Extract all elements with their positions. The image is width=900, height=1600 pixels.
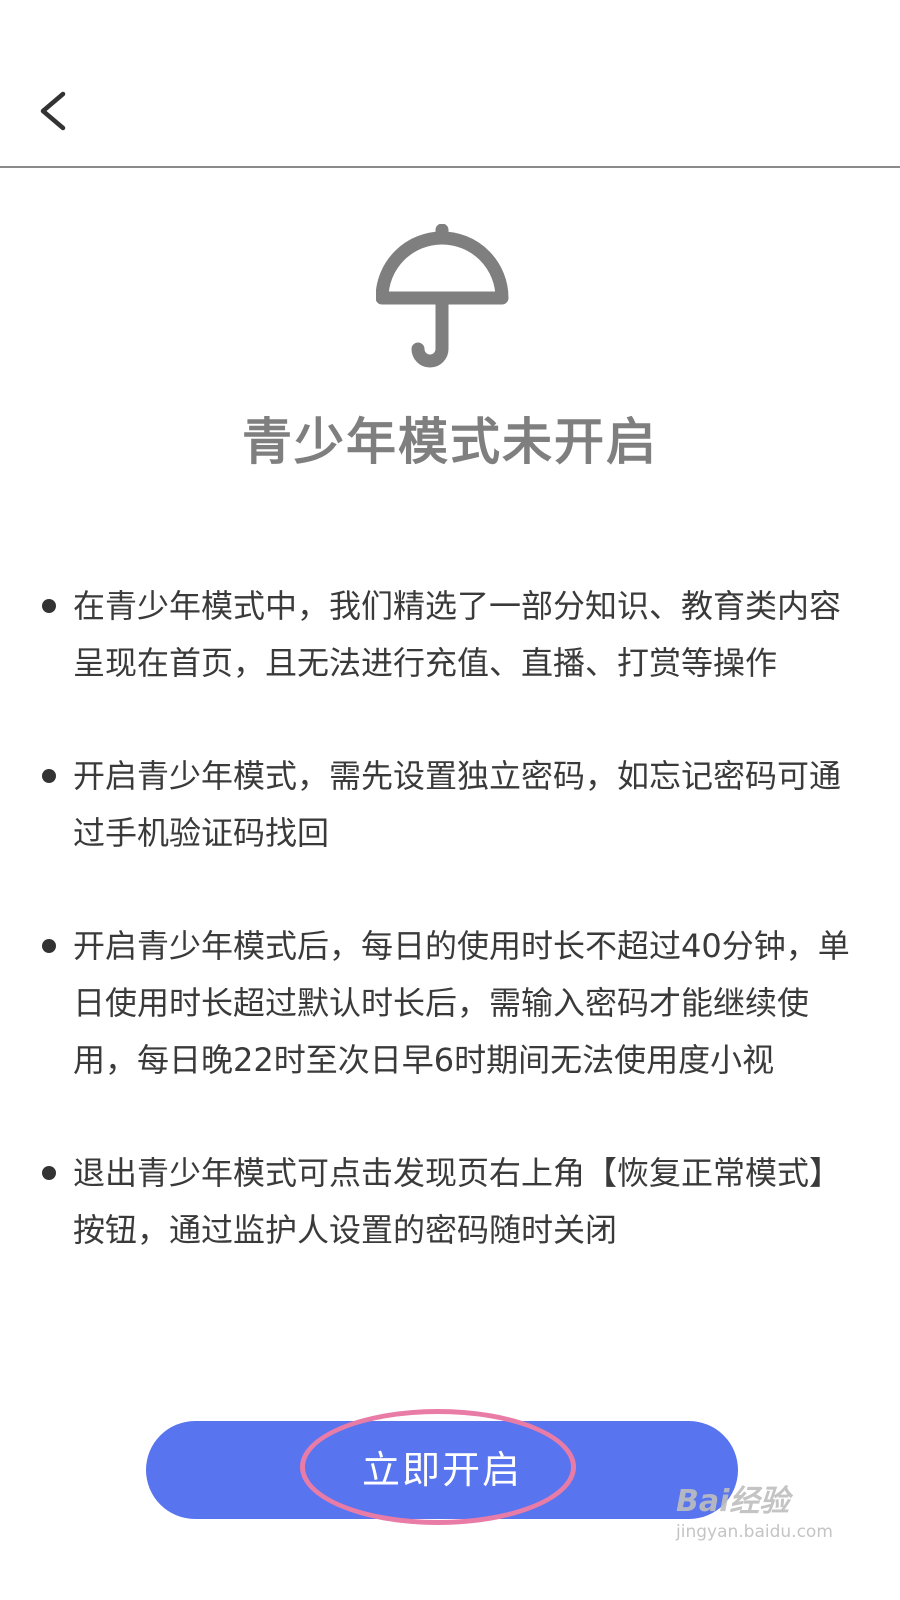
- watermark-url: jingyan.baidu.com: [676, 1522, 833, 1542]
- rule-item: 开启青少年模式，需先设置独立密码，如忘记密码可通过手机验证码找回: [40, 748, 860, 862]
- youth-mode-page: 青少年模式未开启 在青少年模式中，我们精选了一部分知识、教育类内容呈现在首页，且…: [0, 0, 900, 1600]
- baidu-jingyan-watermark: Bai经验 jingyan.baidu.com: [676, 1476, 886, 1556]
- rule-item: 退出青少年模式可点击发现页右上角【恢复正常模式】按钮，通过监护人设置的密码随时关…: [40, 1145, 860, 1259]
- rule-text: 开启青少年模式，需先设置独立密码，如忘记密码可通过手机验证码找回: [73, 757, 842, 852]
- rule-item: 开启青少年模式后，每日的使用时长不超过40分钟，单日使用时长超过默认时长后，需输…: [40, 918, 860, 1089]
- rules-list: 在青少年模式中，我们精选了一部分知识、教育类内容呈现在首页，且无法进行充值、直播…: [40, 578, 860, 1315]
- enable-youth-mode-button[interactable]: 立即开启: [146, 1421, 738, 1519]
- rule-text: 退出青少年模式可点击发现页右上角【恢复正常模式】按钮，通过监护人设置的密码随时关…: [73, 1154, 842, 1249]
- bullet-dot: [42, 1166, 56, 1180]
- top-bar: [0, 0, 900, 168]
- umbrella-icon: [376, 224, 509, 368]
- bullet-dot: [42, 599, 56, 613]
- page-title: 青少年模式未开启: [242, 413, 658, 471]
- watermark-logo: Bai经验: [676, 1484, 790, 1519]
- bullet-dot: [42, 939, 56, 953]
- back-button[interactable]: [30, 80, 80, 140]
- rule-item: 在青少年模式中，我们精选了一部分知识、教育类内容呈现在首页，且无法进行充值、直播…: [40, 578, 860, 692]
- bullet-dot: [42, 769, 56, 783]
- rule-text: 在青少年模式中，我们精选了一部分知识、教育类内容呈现在首页，且无法进行充值、直播…: [73, 587, 842, 682]
- rule-text: 开启青少年模式后，每日的使用时长不超过40分钟，单日使用时长超过默认时长后，需输…: [73, 927, 850, 1079]
- chevron-left-icon: [40, 91, 66, 131]
